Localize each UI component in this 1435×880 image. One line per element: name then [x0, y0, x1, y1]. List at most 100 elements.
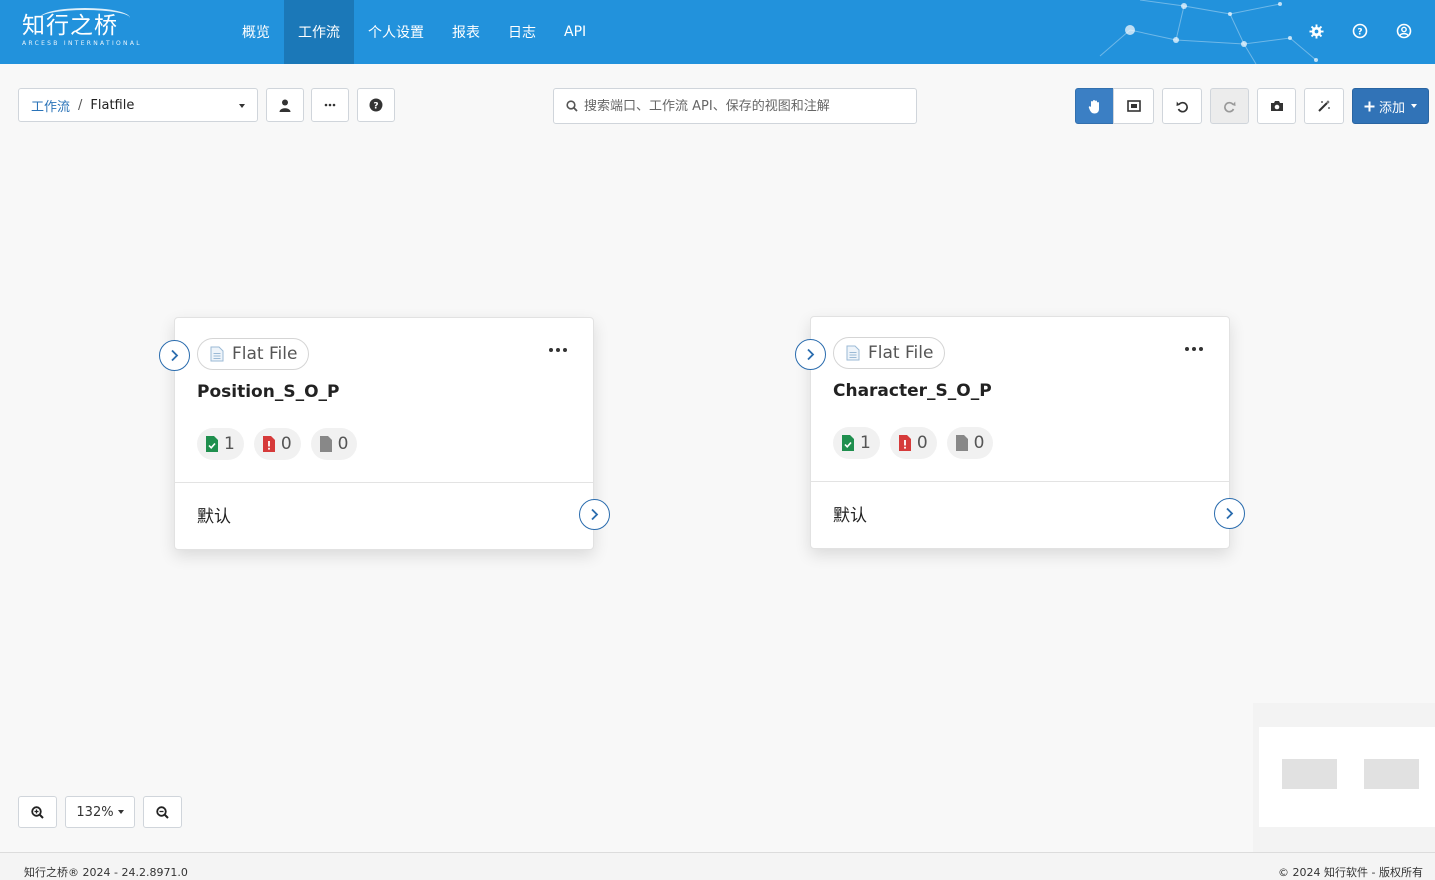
pending-count: 0 — [337, 434, 349, 454]
zoom-out-button[interactable] — [143, 796, 182, 828]
pending-count: 0 — [973, 433, 985, 453]
undo-button[interactable] — [1162, 88, 1202, 124]
gear-icon[interactable] — [1305, 20, 1327, 42]
file-icon — [955, 435, 968, 451]
zoom-out-icon — [156, 805, 169, 819]
file-error-icon — [262, 436, 275, 452]
search-input[interactable] — [584, 98, 904, 114]
workflow-breadcrumb-dropdown[interactable]: 工作流 / Flatfile — [18, 88, 258, 122]
port-card[interactable]: Flat File Position_S_O_P 1 0 0 默认 — [159, 317, 610, 550]
user-icon — [279, 99, 291, 112]
port-card[interactable]: Flat File Character_S_O_P 1 0 0 默认 — [795, 316, 1245, 549]
help-icon[interactable]: ? — [1349, 20, 1371, 42]
svg-text:?: ? — [373, 102, 378, 112]
file-error-icon — [898, 435, 911, 451]
ellipsis-icon — [324, 103, 336, 107]
header-icon-group: ? — [1305, 20, 1415, 42]
workflow-more-button[interactable] — [311, 88, 349, 122]
port-title: Character_S_O_P — [833, 381, 992, 401]
footer-copyright: © 2024 知行软件 - 版权所有 — [1278, 866, 1423, 879]
file-check-icon — [206, 436, 218, 452]
footer-version: 知行之桥® 2024 - 24.2.8971.0 — [24, 866, 188, 879]
nav-api[interactable]: API — [550, 0, 600, 64]
nav-logs[interactable]: 日志 — [494, 0, 550, 64]
zoom-in-button[interactable] — [18, 796, 57, 828]
breadcrumb-root-link[interactable]: 工作流 — [31, 96, 70, 115]
add-button[interactable]: 添加 — [1352, 88, 1429, 124]
error-count: 0 — [916, 433, 928, 453]
logo[interactable]: 知行之桥 ARCESB INTERNATIONAL — [22, 8, 142, 48]
chevron-right-icon — [1226, 507, 1234, 520]
chevron-right-icon — [591, 508, 599, 521]
search-icon — [566, 100, 578, 112]
breadcrumb-separator: / — [78, 97, 83, 113]
nav-workflow[interactable]: 工作流 — [284, 0, 354, 64]
magic-wand-icon — [1318, 100, 1330, 112]
pan-mode-button[interactable] — [1075, 88, 1114, 124]
nav-reports[interactable]: 报表 — [438, 0, 494, 64]
nav-overview[interactable]: 概览 — [228, 0, 284, 64]
error-count-badge[interactable]: 0 — [253, 428, 301, 460]
port-type-chip: Flat File — [833, 337, 946, 369]
page-footer: 知行之桥® 2024 - 24.2.8971.0 © 2024 知行软件 - 版… — [0, 852, 1435, 880]
file-document-icon — [210, 346, 224, 362]
network-background-graphic — [1099, 0, 1318, 64]
input-port-connector[interactable] — [159, 340, 190, 371]
chevron-right-icon — [171, 349, 179, 362]
redo-button[interactable] — [1210, 88, 1249, 124]
output-port-connector[interactable] — [579, 499, 610, 530]
chevron-right-icon — [807, 348, 815, 361]
success-count: 1 — [860, 433, 871, 453]
minimap-node — [1282, 759, 1337, 789]
top-navbar: 知行之桥 ARCESB INTERNATIONAL 概览 工作流 个人设置 报表… — [0, 0, 1435, 64]
zoom-in-icon — [31, 805, 44, 819]
card-footer-label: 默认 — [833, 506, 867, 526]
minimap-node — [1364, 759, 1419, 789]
port-stats: 1 0 0 — [833, 427, 994, 459]
success-count-badge[interactable]: 1 — [833, 427, 880, 459]
redo-icon — [1224, 101, 1236, 113]
input-port-connector[interactable] — [795, 339, 826, 370]
port-title: Position_S_O_P — [197, 382, 340, 402]
chevron-down-icon — [117, 810, 124, 814]
logo-arc — [40, 8, 130, 28]
zoom-level-dropdown[interactable]: 132% — [65, 796, 135, 828]
card-more-menu-icon[interactable] — [1185, 347, 1203, 351]
zoom-level-value: 132% — [76, 804, 114, 820]
fit-to-screen-button[interactable] — [1113, 88, 1154, 124]
workflow-help-button[interactable]: ? — [357, 88, 395, 122]
user-circle-icon[interactable] — [1393, 20, 1415, 42]
pending-count-badge[interactable]: 0 — [310, 428, 358, 460]
auto-arrange-button[interactable] — [1304, 88, 1344, 124]
workflow-user-button[interactable] — [266, 88, 304, 122]
pending-count-badge[interactable]: 0 — [946, 427, 994, 459]
output-port-connector[interactable] — [1214, 498, 1245, 529]
card-divider — [175, 482, 593, 483]
nav-personal-settings[interactable]: 个人设置 — [354, 0, 438, 64]
success-count: 1 — [224, 434, 235, 454]
fit-screen-icon — [1126, 100, 1141, 112]
question-circle-icon: ? — [369, 98, 383, 112]
snapshot-button[interactable] — [1257, 88, 1296, 124]
chevron-down-icon — [239, 104, 245, 108]
breadcrumb-current: Flatfile — [90, 97, 135, 113]
card-more-menu-icon[interactable] — [549, 348, 567, 352]
minimap[interactable] — [1259, 727, 1435, 827]
error-count: 0 — [280, 434, 292, 454]
success-count-badge[interactable]: 1 — [197, 428, 244, 460]
hand-icon — [1088, 99, 1099, 113]
file-check-icon — [842, 435, 854, 451]
logo-tagline: ARCESB INTERNATIONAL — [22, 40, 142, 47]
error-count-badge[interactable]: 0 — [889, 427, 937, 459]
port-type-label: Flat File — [868, 343, 934, 363]
add-button-label: 添加 — [1378, 100, 1405, 116]
main-nav: 概览 工作流 个人设置 报表 日志 API — [228, 0, 600, 64]
file-document-icon — [846, 345, 860, 361]
card-divider — [811, 481, 1229, 482]
svg-text:?: ? — [1357, 28, 1362, 38]
port-type-label: Flat File — [232, 344, 298, 364]
camera-icon — [1270, 101, 1283, 111]
port-type-chip: Flat File — [197, 338, 310, 370]
plus-icon — [1364, 101, 1375, 111]
file-icon — [319, 436, 332, 452]
